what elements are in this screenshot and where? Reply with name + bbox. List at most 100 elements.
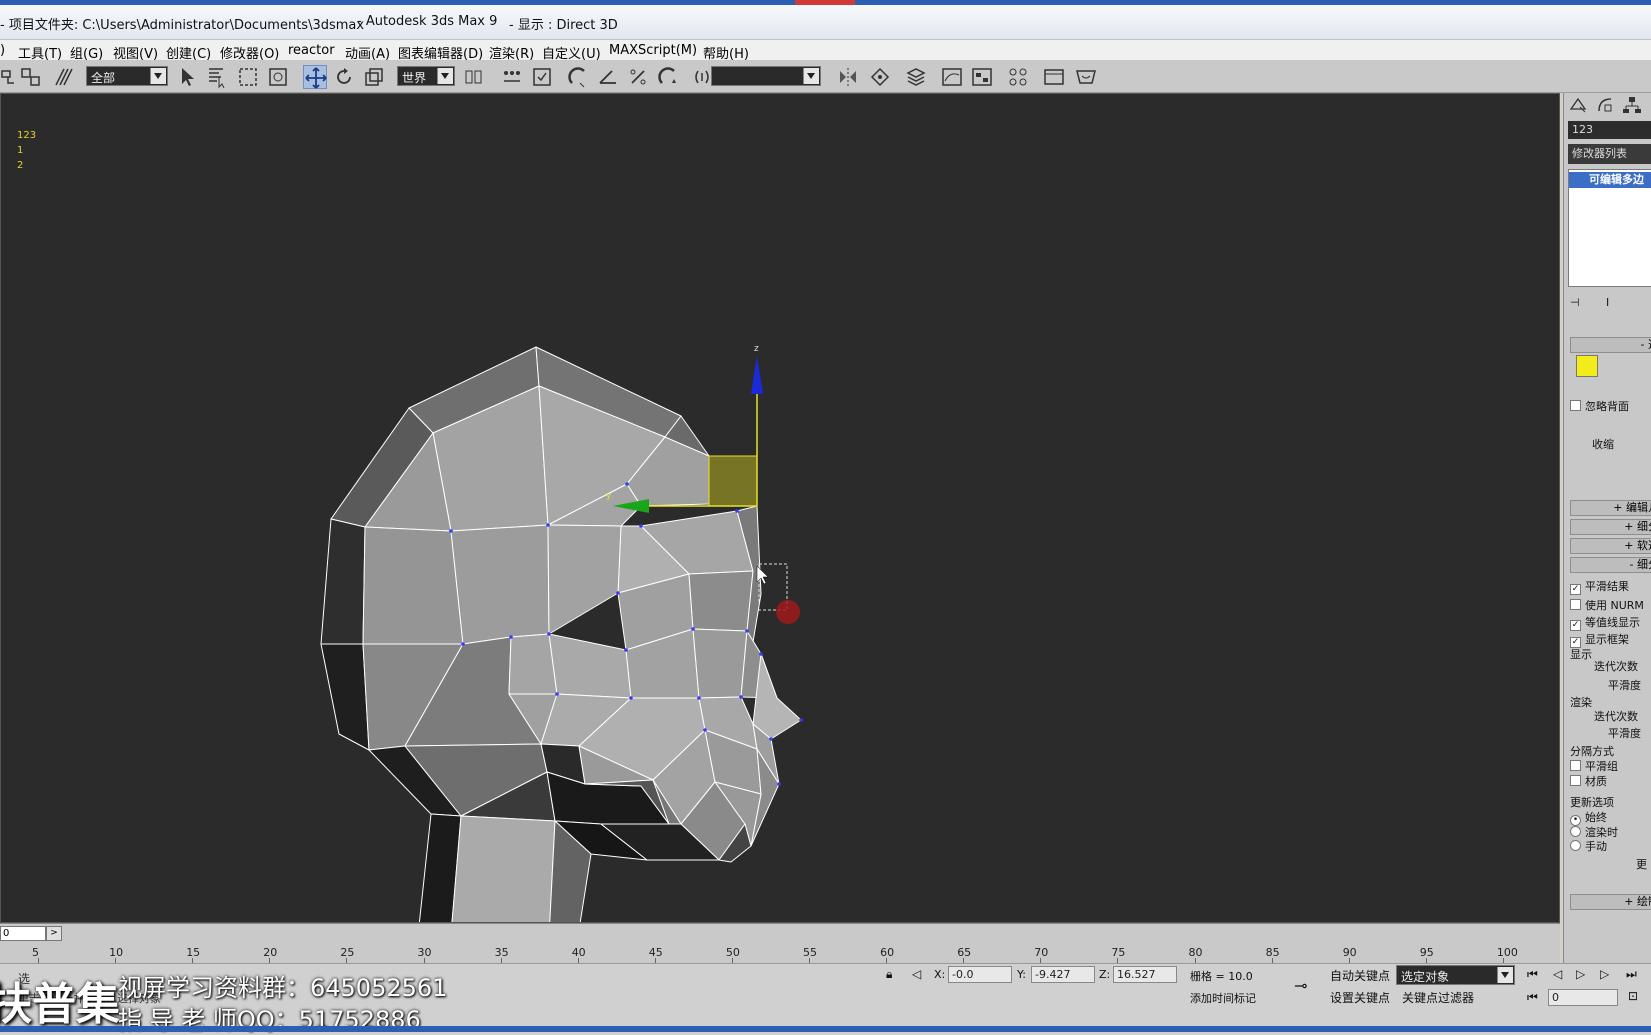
keyboard-shortcut-icon[interactable] xyxy=(530,65,554,89)
layer-manager-icon[interactable] xyxy=(904,65,928,89)
select-by-name-icon[interactable] xyxy=(205,65,229,89)
z-coord-label: Z: xyxy=(1099,968,1111,981)
menu-item-tools[interactable]: 工具(T) xyxy=(18,43,62,62)
key-mode-toggle-icon[interactable]: ⏮︎ xyxy=(1527,990,1538,1005)
rect-selection-icon[interactable] xyxy=(236,65,260,89)
x-coord-field[interactable]: -0.0 xyxy=(948,966,1012,983)
gizmo-axis-label: y xyxy=(606,491,612,501)
materials-checkbox[interactable]: 材质 xyxy=(1570,773,1607,789)
hierarchy-tab-icon[interactable] xyxy=(1622,95,1642,115)
perspective-viewport[interactable]: 123 1 2 z y xyxy=(0,93,1560,923)
play-icon[interactable]: ▷ xyxy=(1576,967,1585,981)
modify-tab-icon[interactable] xyxy=(1595,95,1615,115)
chevron-down-icon xyxy=(437,68,453,84)
rollout-selection[interactable]: - 选 xyxy=(1570,337,1651,353)
timeline-tick-label: 10 xyxy=(109,946,124,959)
absolute-mode-icon[interactable]: ◁ xyxy=(912,967,921,981)
ignore-backface-checkbox[interactable]: 忽略背面 xyxy=(1570,398,1629,414)
add-time-tag-button[interactable]: 添加时间标记 xyxy=(1190,990,1256,1006)
move-icon[interactable] xyxy=(303,65,327,89)
timeline[interactable]: 0 > 5 10 15 20 25 30 35 40 45 50 55 60 65 70 75 80 85 90 9… xyxy=(0,923,1560,964)
key-mode-dropdown[interactable]: 选定对象 xyxy=(1396,965,1515,985)
manually-radio[interactable]: 手动 xyxy=(1570,838,1607,854)
timeline-tick-label: 65 xyxy=(957,946,972,959)
rollout-subdivision-surface[interactable]: - 细分 xyxy=(1570,557,1651,573)
shrink-button[interactable]: 收缩 xyxy=(1592,436,1614,452)
align-icon[interactable] xyxy=(868,65,892,89)
object-name-field[interactable]: 123 xyxy=(1568,121,1651,139)
isoline-display-checkbox[interactable]: ✓ 等值线显示 xyxy=(1570,614,1640,631)
mirror-icon[interactable] xyxy=(836,65,860,89)
menu-item-create[interactable]: 创建(C) xyxy=(166,43,211,62)
spinner-snap-icon[interactable] xyxy=(656,65,680,89)
next-frame-icon[interactable]: > xyxy=(46,926,62,941)
set-key-button[interactable]: 设置关键点 xyxy=(1330,989,1390,1006)
rotate-icon[interactable] xyxy=(332,65,356,89)
display-iterations-label: 迭代次数 xyxy=(1594,660,1638,673)
z-coord-field[interactable]: 16.527 xyxy=(1113,966,1177,983)
next-key-icon[interactable]: ▷ xyxy=(1600,967,1609,981)
menu-item-animation[interactable]: 动画(A) xyxy=(345,43,390,62)
select-object-icon[interactable] xyxy=(176,65,200,89)
stack-item-editable-poly[interactable]: 可编辑多边 xyxy=(1569,172,1651,188)
time-slider-frame[interactable]: 0 xyxy=(0,926,46,941)
vertex-subobject-icon[interactable] xyxy=(1576,355,1598,377)
time-config-icon[interactable]: ⊡ xyxy=(1628,989,1638,1003)
menu-item-customize[interactable]: 自定义(U) xyxy=(542,43,601,62)
curve-editor-icon[interactable] xyxy=(940,65,964,89)
select-manipulate-icon[interactable] xyxy=(500,65,524,89)
set-key-icon[interactable]: ⊸ xyxy=(1294,976,1307,995)
grid-size-label: 栅格 = 10.0 xyxy=(1190,970,1253,983)
angle-snap-icon[interactable] xyxy=(596,65,620,89)
rollout-edit-geometry[interactable]: + 编辑几 xyxy=(1570,500,1651,516)
unlink-icon[interactable] xyxy=(19,65,43,89)
menu-item-rendering[interactable]: 渲染(R) xyxy=(489,43,534,62)
selection-filter-dropdown[interactable]: 全部 xyxy=(86,66,168,86)
rollout-paint-deformation[interactable]: + 绘制 xyxy=(1570,894,1651,910)
go-to-start-icon[interactable]: ⏮︎ xyxy=(1527,967,1538,982)
key-filters-button[interactable]: 关键点过滤器 xyxy=(1402,989,1474,1006)
update-button[interactable]: 更 xyxy=(1636,856,1647,872)
snap-3d-icon[interactable] xyxy=(566,65,590,89)
y-coord-field[interactable]: -9.427 xyxy=(1031,966,1095,983)
create-tab-icon[interactable] xyxy=(1568,95,1588,115)
selection-filter-value: 全部 xyxy=(91,71,116,85)
pin-stack-icon[interactable]: ⊣ xyxy=(1570,296,1580,309)
render-group-label: 渲染 xyxy=(1570,696,1592,709)
menu-item-views[interactable]: 视图(V) xyxy=(113,43,158,62)
pivot-center-icon[interactable] xyxy=(462,65,486,89)
rollout-soft-selection[interactable]: + 软选 xyxy=(1570,538,1651,554)
head-mesh-model[interactable]: z y xyxy=(1,94,1559,922)
render-setup-icon[interactable] xyxy=(1042,65,1066,89)
timeline-tick-label: 25 xyxy=(340,946,355,959)
menu-item-reactor[interactable]: reactor xyxy=(288,43,335,58)
smooth-result-checkbox[interactable]: ✓ 平滑结果 xyxy=(1570,578,1629,595)
modifier-list-dropdown[interactable]: 修改器列表 xyxy=(1568,144,1651,164)
menu-item-help[interactable]: 帮助(H) xyxy=(703,43,749,62)
material-editor-icon[interactable] xyxy=(1006,65,1030,89)
schematic-view-icon[interactable] xyxy=(970,65,994,89)
timeline-tick-label: 55 xyxy=(803,946,817,959)
scale-icon[interactable] xyxy=(362,65,386,89)
rollout-subdivide[interactable]: + 细分 xyxy=(1570,519,1651,535)
selection-lock-icon[interactable]: 🔒︎ xyxy=(886,967,892,982)
menu-item-file[interactable]: ) xyxy=(0,43,5,58)
percent-snap-icon[interactable] xyxy=(626,65,650,89)
use-nurms-checkbox[interactable]: 使用 NURM xyxy=(1570,597,1644,613)
reference-coordinate-dropdown[interactable]: 世界 xyxy=(397,66,455,86)
previous-frame-icon[interactable]: ◁ xyxy=(1553,967,1562,981)
menu-item-group[interactable]: 组(G) xyxy=(70,43,103,62)
smoothing-groups-checkbox[interactable]: 平滑组 xyxy=(1570,758,1618,774)
gizmo-axis-label: z xyxy=(754,344,759,354)
go-to-end-icon[interactable]: ⏭︎ xyxy=(1626,967,1637,982)
current-frame-field[interactable]: 0 xyxy=(1548,989,1618,1006)
auto-key-button[interactable]: 自动关键点 xyxy=(1330,967,1390,984)
show-end-result-icon[interactable]: Ι xyxy=(1606,296,1609,309)
menu-item-modifiers[interactable]: 修改器(O) xyxy=(220,43,279,62)
quick-render-icon[interactable] xyxy=(1074,65,1098,89)
menu-item-maxscript[interactable]: MAXScript(M) xyxy=(609,43,697,58)
menu-item-graph-editors[interactable]: 图表编辑器(D) xyxy=(398,43,483,62)
named-selection-dropdown[interactable] xyxy=(711,66,821,86)
bind-spacewarp-icon[interactable] xyxy=(52,65,76,89)
window-crossing-icon[interactable] xyxy=(266,65,290,89)
